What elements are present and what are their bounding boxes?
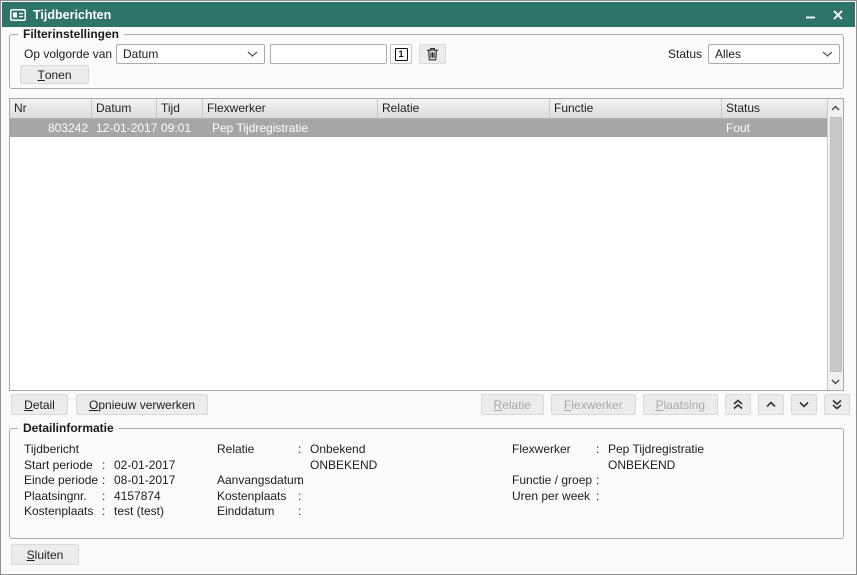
plaatsing-button[interactable]: Plaatsing <box>643 394 718 415</box>
column-header-functie[interactable]: Functie <box>550 99 722 118</box>
previous-record-button[interactable] <box>758 394 784 415</box>
chevron-down-icon <box>799 401 809 408</box>
field-value: ONBEKEND <box>310 458 377 474</box>
double-chevron-up-icon <box>733 399 743 410</box>
field-value: Pep Tijdregistratie <box>608 442 704 458</box>
field-label: Flexwerker <box>512 442 596 458</box>
field-label: Aanvangsdatum <box>217 473 298 489</box>
messages-table: Nr Datum Tijd Flexwerker Relatie Functie… <box>9 98 844 391</box>
calendar-button[interactable]: 1 <box>390 44 412 64</box>
cell-datum: 12-01-2017 <box>92 119 157 137</box>
status-select[interactable]: Alles <box>708 44 840 64</box>
order-label: Op volgorde van <box>24 47 112 61</box>
order-select-value: Datum <box>123 47 247 61</box>
cell-status: Fout <box>722 119 827 137</box>
actions-row: Detail Opnieuw verwerken Relatie Flexwer… <box>9 394 850 415</box>
cell-nr: 803242 <box>10 119 92 137</box>
detail-button[interactable]: Detail <box>11 394 68 415</box>
first-record-button[interactable] <box>725 394 751 415</box>
scroll-down-icon[interactable] <box>828 373 843 390</box>
field-value: 02-01-2017 <box>114 458 175 474</box>
detail-column-tijdbericht: Tijdbericht Start periode:02-01-2017 Ein… <box>24 442 175 520</box>
field-label: Einddatum <box>217 504 298 520</box>
field-label: Uren per week <box>512 489 596 505</box>
column-header-relatie[interactable]: Relatie <box>378 99 550 118</box>
status-select-value: Alles <box>715 47 822 61</box>
cell-functie <box>550 119 722 137</box>
status-label: Status <box>668 47 702 61</box>
field-value: 4157874 <box>114 489 161 505</box>
column-header-datum[interactable]: Datum <box>92 99 157 118</box>
field-value: Onbekend <box>310 442 365 458</box>
tonen-button[interactable]: Tonen <box>20 65 89 84</box>
vertical-scrollbar <box>827 99 843 390</box>
trash-icon <box>426 47 439 61</box>
scroll-up-icon[interactable] <box>828 99 843 116</box>
field-label: Kostenplaats <box>217 489 298 505</box>
scrollbar-thumb[interactable] <box>830 117 842 372</box>
window-title: Tijdberichten <box>33 8 111 22</box>
close-window-button[interactable]: Sluiten <box>11 544 79 565</box>
tijdberichten-window: Tijdberichten Filterinstellingen Op volg… <box>0 0 857 575</box>
column-header-nr[interactable]: Nr <box>10 99 92 118</box>
column-header-flexwerker[interactable]: Flexwerker <box>203 99 378 118</box>
cell-relatie <box>378 119 550 137</box>
table-row[interactable]: 803242 12-01-2017 09:01 Pep Tijdregistra… <box>10 119 827 137</box>
field-label: Tijdbericht <box>24 442 102 458</box>
chevron-up-icon <box>766 401 776 408</box>
titlebar: Tijdberichten <box>2 2 855 27</box>
field-value: ONBEKEND <box>608 458 675 474</box>
field-label <box>217 458 298 474</box>
next-record-button[interactable] <box>791 394 817 415</box>
field-value: 08-01-2017 <box>114 473 175 489</box>
chevron-down-icon <box>822 51 833 57</box>
field-label: Functie / groep <box>512 473 596 489</box>
detail-legend: Detailinformatie <box>18 421 119 435</box>
double-chevron-down-icon <box>832 399 842 410</box>
filter-groupbox: Filterinstellingen Op volgorde van Datum… <box>9 34 844 89</box>
detail-column-relatie: Relatie:Onbekend ONBEKEND Aanvangsdatum:… <box>217 442 377 520</box>
detail-column-flexwerker: Flexwerker:Pep Tijdregistratie ONBEKEND … <box>512 442 704 504</box>
filter-legend: Filterinstellingen <box>18 27 124 41</box>
clear-filter-button[interactable] <box>419 44 446 64</box>
close-icon[interactable] <box>831 8 845 22</box>
relatie-button[interactable]: Relatie <box>481 394 544 415</box>
field-label: Start periode <box>24 458 102 474</box>
column-header-status[interactable]: Status <box>722 99 827 118</box>
chevron-down-icon <box>247 51 258 57</box>
field-label <box>512 458 596 474</box>
field-label: Plaatsingnr. <box>24 489 102 505</box>
order-select[interactable]: Datum <box>116 44 265 64</box>
calendar-icon: 1 <box>395 48 408 61</box>
field-label: Kostenplaats <box>24 504 102 520</box>
cell-tijd: 09:01 <box>157 119 203 137</box>
reprocess-button[interactable]: Opnieuw verwerken <box>76 394 208 415</box>
window-card-icon <box>10 9 26 21</box>
field-value: test (test) <box>114 504 164 520</box>
column-header-tijd[interactable]: Tijd <box>157 99 203 118</box>
field-label: Relatie <box>217 442 298 458</box>
cell-flexwerker: Pep Tijdregistratie <box>203 119 378 137</box>
flexwerker-button[interactable]: Flexwerker <box>551 394 636 415</box>
minimize-icon[interactable] <box>803 8 817 22</box>
detail-groupbox: Detailinformatie Tijdbericht Start perio… <box>9 428 844 539</box>
table-header: Nr Datum Tijd Flexwerker Relatie Functie… <box>10 99 827 119</box>
date-filter-input[interactable] <box>270 44 387 64</box>
last-record-button[interactable] <box>824 394 850 415</box>
field-label: Einde periode <box>24 473 102 489</box>
